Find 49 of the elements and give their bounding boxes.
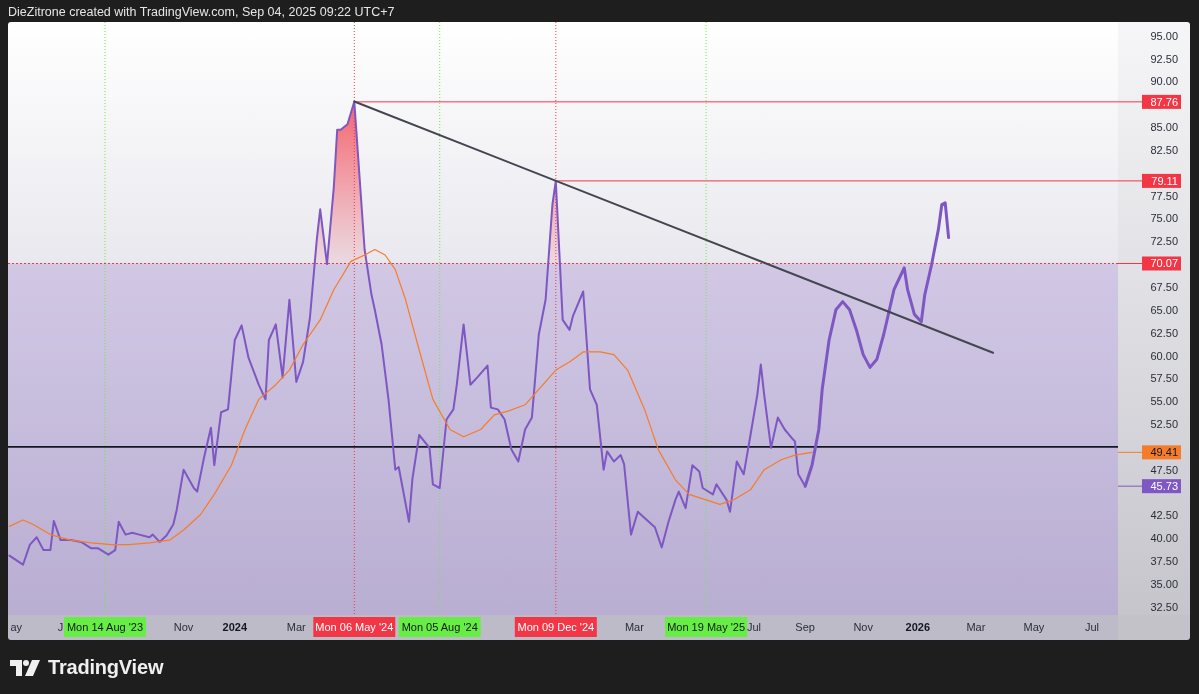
ref-line-label: 87.76 xyxy=(1150,95,1178,108)
date-label: Mon 09 Dec '24 xyxy=(514,617,597,637)
axis-label: 52.50 xyxy=(1150,418,1178,431)
axis-label: 95.00 xyxy=(1150,29,1178,42)
date-label: Mon 05 Aug '24 xyxy=(398,617,481,637)
axis-label: Mar xyxy=(624,621,644,633)
axis-label: 37.50 xyxy=(1150,555,1178,568)
axis-label: 72.50 xyxy=(1150,235,1178,248)
axis-label: 65.00 xyxy=(1150,303,1178,316)
axis-label: 2026 xyxy=(905,621,931,633)
price-label: 49.41 xyxy=(1118,445,1181,460)
axis-label: 35.00 xyxy=(1150,577,1178,590)
brand-name: TradingView xyxy=(48,656,164,679)
axis-label: Nov xyxy=(173,621,194,633)
axis-label: 92.50 xyxy=(1150,52,1178,65)
price-label: 87.76 xyxy=(1118,94,1181,109)
ref-line-label: 70.07 xyxy=(1150,257,1178,270)
axis-label: 75.00 xyxy=(1150,212,1178,225)
axis-label: 82.50 xyxy=(1150,143,1178,156)
axis-label: J xyxy=(57,621,64,633)
axis-label: Nov xyxy=(853,621,873,633)
axis-label: 85.00 xyxy=(1150,121,1178,134)
chart-caption: DieZitrone created with TradingView.com, Sep 04, 2025 09:22 UTC+7 xyxy=(7,4,396,21)
axis-label: 42.50 xyxy=(1150,509,1178,522)
ref-line-label: 79.11 xyxy=(1151,174,1178,187)
axis-label: 77.50 xyxy=(1150,189,1178,202)
axis-label: May xyxy=(1023,621,1045,633)
axis-label: Sep xyxy=(795,621,815,633)
axis-label: ay xyxy=(10,621,22,633)
axis-label: Mar xyxy=(286,621,306,633)
date-label: Mon 19 May '25 xyxy=(665,617,748,637)
axis-label: 90.00 xyxy=(1150,75,1178,88)
price-label: 45.73 xyxy=(1118,479,1181,494)
axis-label: 55.00 xyxy=(1150,395,1178,408)
axis-label: 2024 xyxy=(222,621,247,633)
price-label: 70.07 xyxy=(1118,256,1181,271)
axis-label: Jul xyxy=(746,621,761,633)
axis-label: 60.00 xyxy=(1150,349,1178,362)
axis-label: 40.00 xyxy=(1150,532,1178,545)
axis-label: Jul xyxy=(1085,621,1100,633)
date-label: Mon 06 May '24 xyxy=(313,617,396,637)
axis-label: 62.50 xyxy=(1150,326,1178,339)
axis-label: 47.50 xyxy=(1150,463,1178,476)
axis-label: Mar xyxy=(966,621,986,633)
date-label: Mon 14 Aug '23 xyxy=(64,617,146,637)
axis-label: 32.50 xyxy=(1150,600,1178,613)
axis-label: 67.50 xyxy=(1150,281,1178,293)
axis-label: 57.50 xyxy=(1150,372,1178,385)
price-label: 79.11 xyxy=(1118,173,1181,188)
